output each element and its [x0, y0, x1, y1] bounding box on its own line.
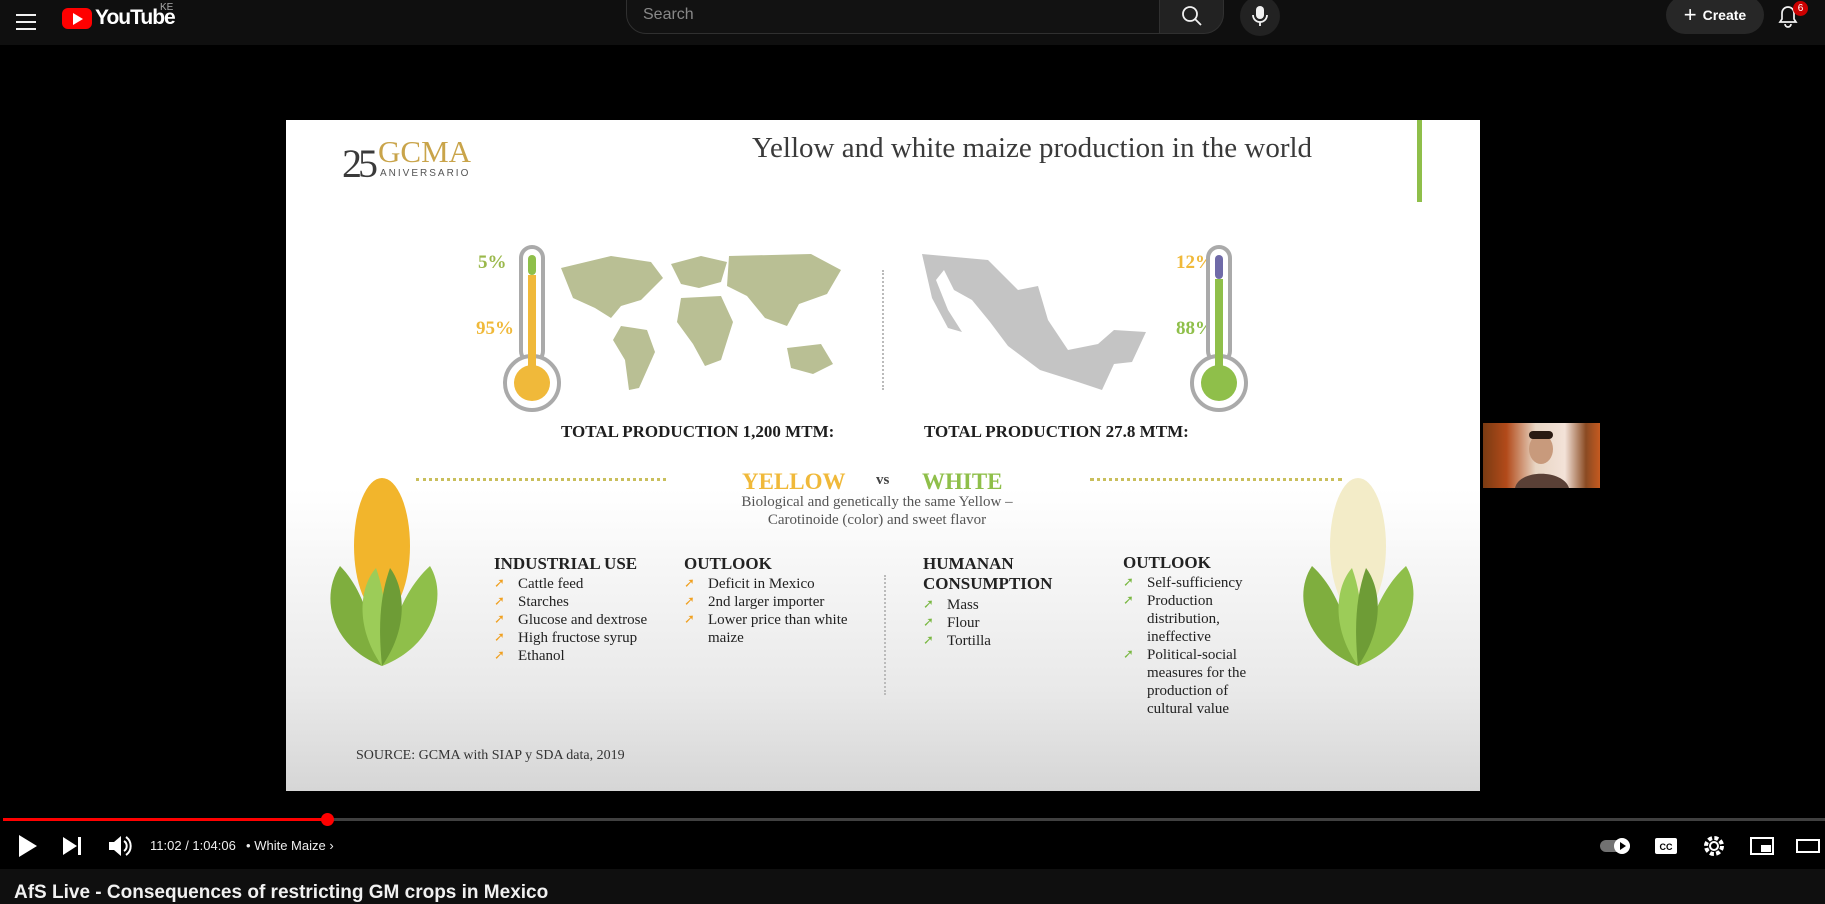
- search-box: [626, 0, 1160, 34]
- white-outlook-heading: OUTLOOK: [1123, 553, 1211, 572]
- yellow-outlook-list: Deficit in Mexico 2nd larger importer Lo…: [684, 575, 864, 647]
- closed-captions-icon: CC: [1655, 838, 1677, 854]
- masthead: YouTube KE + Create 6: [0, 0, 1825, 45]
- autoplay-toggle-icon: [1600, 838, 1630, 854]
- world-map-icon: [561, 254, 841, 390]
- video-slide: 25 GCMA ANIVERSARIO Yellow and white mai…: [286, 120, 1480, 791]
- org-anniversary-number: 25: [342, 141, 378, 186]
- svg-text:CC: CC: [1660, 842, 1673, 852]
- youtube-play-icon: [62, 7, 92, 29]
- list-item: Deficit in Mexico: [684, 575, 864, 593]
- list-item: Tortilla: [923, 632, 1073, 650]
- world-total-production: TOTAL PRODUCTION 1,200 MTM:: [561, 422, 835, 441]
- mute-button[interactable]: [106, 830, 134, 862]
- list-item: Political-social measures for the produc…: [1123, 646, 1268, 718]
- human-consumption-list: Mass Flour Tortilla: [923, 596, 1073, 650]
- comparison-note: Biological and genetically the same Yell…: [741, 494, 1013, 528]
- chapter-title: White Maize: [254, 838, 326, 853]
- volume-icon: [109, 836, 132, 856]
- next-button[interactable]: [58, 830, 86, 862]
- notification-badge: 6: [1793, 1, 1808, 16]
- video-title: AfS Live - Consequences of restricting G…: [14, 882, 549, 903]
- country-code: KE: [160, 2, 174, 13]
- miniplayer-button[interactable]: [1748, 830, 1776, 862]
- list-item: Lower price than white maize: [684, 611, 864, 647]
- white-outlook-list: Self-sufficiency Production distribution…: [1123, 574, 1268, 718]
- gear-icon: [1704, 836, 1724, 856]
- progress-played: [3, 818, 328, 821]
- hamburger-icon-line: [16, 21, 36, 23]
- list-item: Self-sufficiency: [1123, 574, 1268, 592]
- white-label: WHITE: [922, 469, 1003, 494]
- list-item: Mass: [923, 596, 1073, 614]
- speaker-avatar-icon: [1515, 431, 1569, 488]
- yellow-corn-icon: [330, 478, 438, 666]
- list-item: Flour: [923, 614, 1073, 632]
- theater-mode-icon: [1796, 839, 1820, 853]
- subtitles-button[interactable]: CC: [1652, 830, 1680, 862]
- search-button[interactable]: [1160, 0, 1224, 34]
- vs-label: vs: [876, 472, 890, 488]
- list-item: Ethanol: [494, 647, 664, 665]
- chapter-button[interactable]: • White Maize ›: [246, 838, 334, 853]
- search-icon: [1182, 6, 1202, 26]
- yellow-label: YELLOW: [742, 469, 846, 494]
- autoplay-toggle[interactable]: [1598, 830, 1634, 862]
- list-item: Production distribution, ineffective: [1123, 592, 1268, 646]
- hamburger-icon-line: [16, 28, 36, 30]
- create-label: Create: [1702, 7, 1747, 23]
- slide-source: SOURCE: GCMA with SIAP y SDA data, 2019: [356, 748, 625, 763]
- youtube-logo[interactable]: YouTube: [62, 5, 176, 31]
- map-divider: [882, 270, 884, 390]
- mexico-map-icon: [922, 254, 1146, 390]
- dotted-rule: [416, 478, 666, 481]
- progress-bar[interactable]: [3, 813, 1825, 826]
- create-button[interactable]: + Create: [1666, 0, 1764, 34]
- mexico-thermometer-icon: [1190, 245, 1248, 412]
- title-accent-bar: [1417, 120, 1422, 202]
- column-divider: [884, 575, 886, 695]
- chevron-right-icon: ›: [329, 838, 334, 853]
- play-icon: [19, 835, 37, 857]
- human-consumption-heading: HUMANAN CONSUMPTION: [923, 554, 1053, 593]
- mexico-total-production: TOTAL PRODUCTION 27.8 MTM:: [924, 422, 1189, 441]
- voice-search-button[interactable]: [1240, 0, 1280, 36]
- slide-title: Yellow and white maize production in the…: [752, 132, 1313, 164]
- industrial-use-list: Cattle feed Starches Glucose and dextros…: [494, 575, 664, 665]
- yellow-outlook-heading: OUTLOOK: [684, 554, 772, 573]
- list-item: 2nd larger importer: [684, 593, 864, 611]
- org-logo-subtitle: ANIVERSARIO: [380, 168, 471, 179]
- notifications-button[interactable]: 6: [1776, 1, 1808, 32]
- org-logo-name: GCMA: [378, 134, 472, 169]
- list-item: Starches: [494, 593, 664, 611]
- hamburger-icon-line: [16, 14, 36, 16]
- list-item: High fructose syrup: [494, 629, 664, 647]
- settings-button[interactable]: [1700, 830, 1728, 862]
- white-corn-icon: [1303, 478, 1414, 666]
- play-button[interactable]: [14, 830, 42, 862]
- duration: 1:04:06: [192, 838, 236, 853]
- current-time: 11:02: [150, 838, 182, 853]
- speaker-webcam-thumbnail: [1483, 423, 1600, 488]
- miniplayer-icon: [1750, 837, 1774, 855]
- microphone-icon: [1252, 6, 1268, 26]
- industrial-use-heading: INDUSTRIAL USE: [494, 554, 638, 573]
- time-display: 11:02 / 1:04:06: [150, 838, 236, 853]
- player-controls: 11:02 / 1:04:06 • White Maize › CC: [0, 826, 1825, 866]
- list-item: Glucose and dextrose: [494, 611, 664, 629]
- search-input[interactable]: [641, 3, 1145, 27]
- list-item: Cattle feed: [494, 575, 664, 593]
- guide-menu-button[interactable]: [12, 6, 42, 36]
- theater-mode-button[interactable]: [1794, 830, 1822, 862]
- dot-separator: •: [246, 838, 251, 853]
- plus-icon: +: [1683, 2, 1697, 27]
- skip-next-icon: [63, 837, 81, 855]
